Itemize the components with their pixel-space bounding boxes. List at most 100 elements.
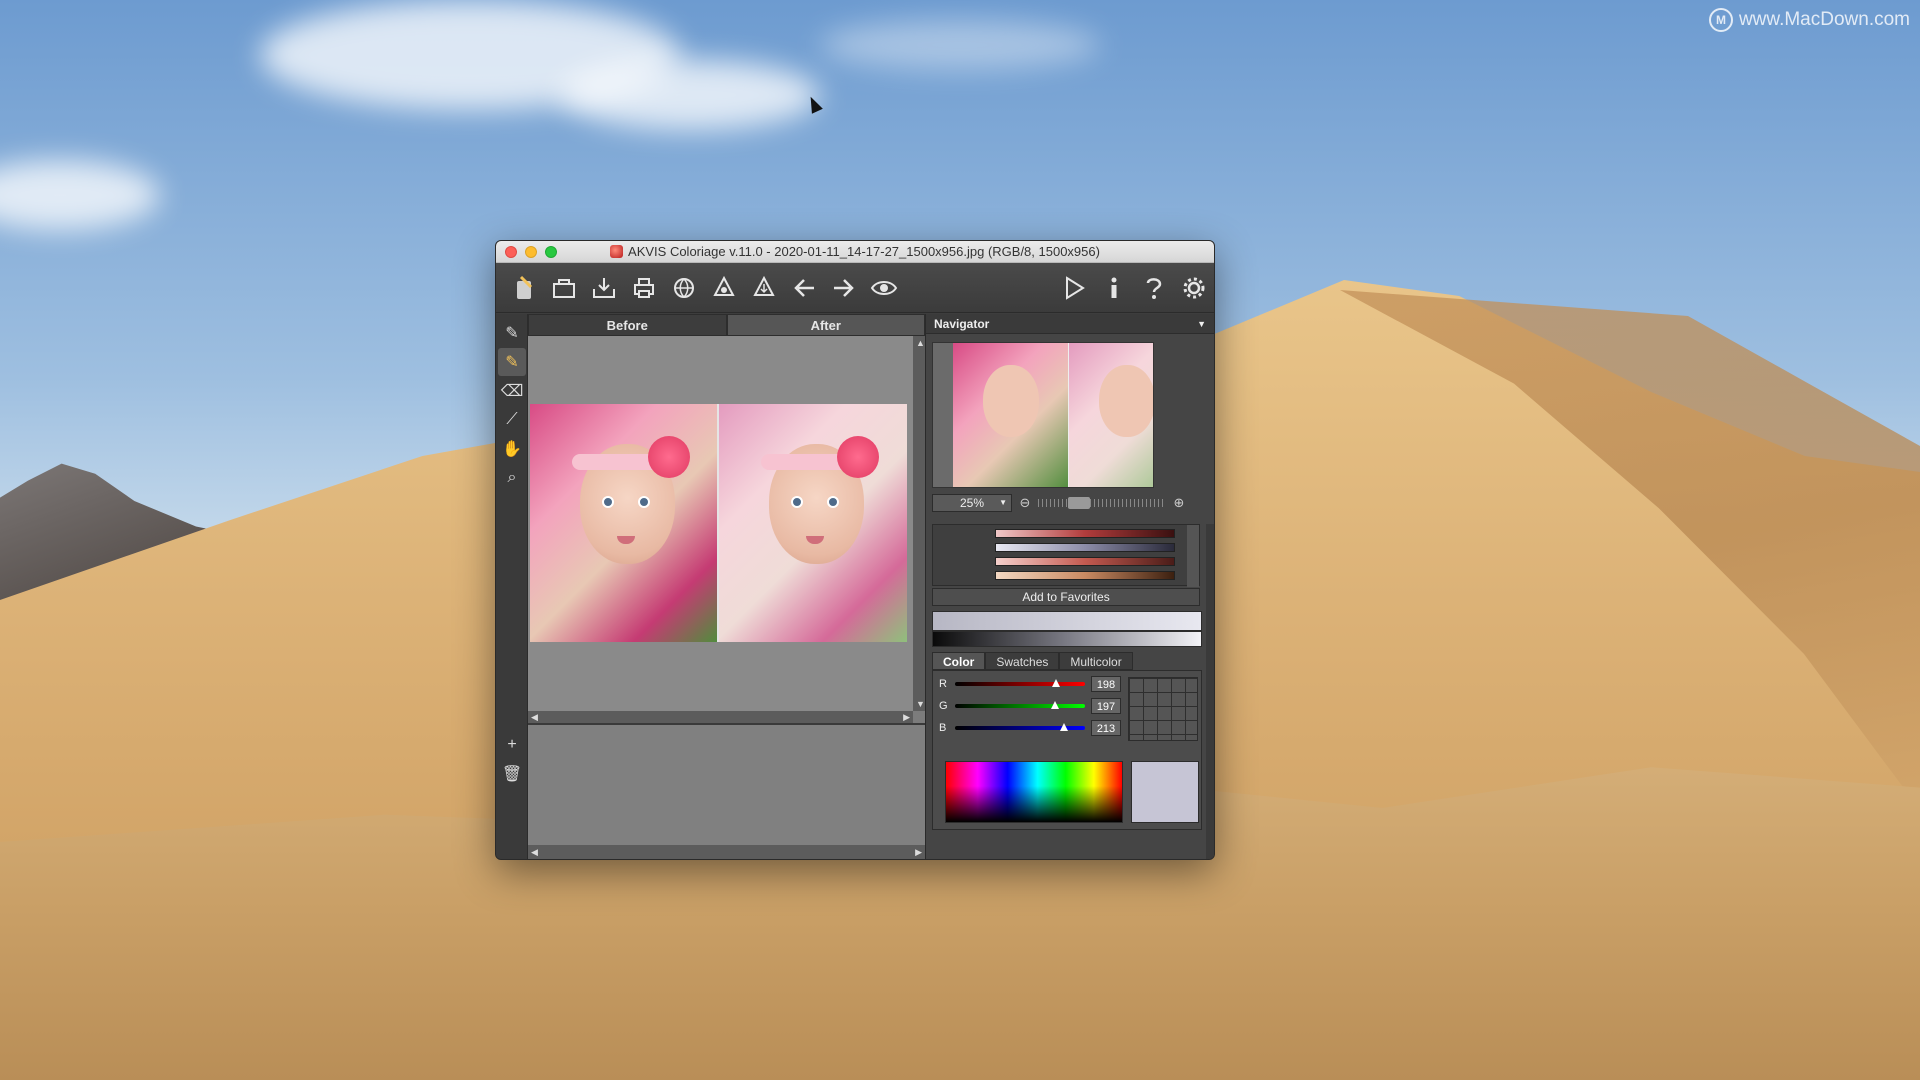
channel-row-g: G 197 — [939, 697, 1121, 715]
zoom-value: 25% — [959, 496, 985, 510]
undo-arrow-icon[interactable] — [784, 268, 824, 308]
scroll-right-icon[interactable]: ▶ — [903, 712, 910, 723]
horizontal-scrollbar[interactable]: ◀ ▶ — [528, 711, 913, 723]
channel-label: G — [939, 700, 948, 712]
favorites-scrollbar[interactable] — [1187, 525, 1199, 587]
green-slider[interactable] — [955, 701, 1085, 709]
after-image — [719, 404, 907, 642]
tools-sidebar: ✎ ✎ ⌫ ⟋ ✋ ⌕ + 🗑 — [496, 314, 528, 859]
eyedropper-icon[interactable]: ⟋ — [498, 406, 526, 434]
recent-swatches-grid[interactable] — [1128, 677, 1198, 741]
blue-slider-knob[interactable] — [1059, 723, 1068, 731]
navigator-title: Navigator — [934, 317, 990, 331]
trash-icon[interactable]: 🗑 — [498, 760, 526, 788]
channel-row-b: B 213 — [939, 719, 1121, 737]
app-window: AKVIS Coloriage v.11.0 - 2020-01-11_14-1… — [495, 240, 1215, 860]
favorite-gradient[interactable] — [995, 557, 1175, 566]
zoom-select[interactable]: 25% ▼ — [932, 494, 1012, 512]
main-area: ✎ ✎ ⌫ ⟋ ✋ ⌕ + 🗑 Before After ▲ ▼ ◀ ▶ ◀ ▶… — [496, 314, 1214, 859]
mouse-cursor-icon — [805, 94, 823, 114]
cloud — [0, 160, 160, 230]
gradient-preview[interactable] — [932, 611, 1202, 631]
scroll-down-icon[interactable]: ▼ — [916, 699, 925, 709]
zoom-out-icon[interactable]: ⊖ — [1018, 495, 1032, 511]
share-web-icon[interactable] — [664, 268, 704, 308]
tab-before[interactable]: Before — [528, 314, 727, 336]
color-pencil-icon[interactable]: ✎ — [498, 319, 526, 347]
redo-arrow-icon[interactable] — [824, 268, 864, 308]
load-strokes-icon[interactable] — [704, 268, 744, 308]
navigator-thumbnail[interactable] — [932, 342, 1154, 488]
keep-color-pencil-icon[interactable]: ✎ — [498, 348, 526, 376]
red-slider-knob[interactable] — [1051, 679, 1060, 687]
coloriage-app-icon — [610, 245, 624, 258]
scroll-right-icon[interactable]: ▶ — [915, 847, 922, 858]
favorite-gradient[interactable] — [995, 571, 1175, 580]
blue-value-field[interactable]: 213 — [1091, 720, 1121, 736]
favorite-gradient[interactable] — [995, 529, 1175, 538]
watermark: M www.MacDown.com — [1708, 8, 1910, 32]
right-panel: Navigator ▼ 25% ▼ ⊖ ⊕ Add to Favorites C… — [925, 314, 1214, 859]
toolbar — [496, 263, 1214, 313]
print-icon[interactable] — [624, 268, 664, 308]
channel-row-r: R 198 — [939, 675, 1121, 693]
help-icon[interactable] — [1134, 268, 1174, 308]
info-icon[interactable] — [1094, 268, 1134, 308]
favorite-gradient[interactable] — [995, 543, 1175, 552]
image-canvas[interactable] — [528, 336, 925, 711]
scroll-up-icon[interactable]: ▲ — [916, 338, 925, 348]
green-value-field[interactable]: 197 — [1091, 698, 1121, 714]
zoom-slider-knob[interactable] — [1068, 497, 1090, 509]
hand-icon[interactable]: ✋ — [498, 435, 526, 463]
blue-slider[interactable] — [955, 723, 1085, 731]
chevron-down-icon: ▼ — [999, 498, 1007, 507]
settings-gear-icon[interactable] — [1174, 268, 1214, 308]
cloud — [820, 20, 1100, 70]
channel-label: B — [939, 722, 947, 734]
tab-color[interactable]: Color — [932, 652, 986, 670]
tab-multicolor[interactable]: Multicolor — [1059, 652, 1133, 670]
image-area: Before After ▲ ▼ ◀ ▶ ◀ ▶ — [528, 314, 925, 859]
window-title-text: AKVIS Coloriage v.11.0 - 2020-01-11_14-1… — [628, 244, 1100, 259]
save-file-icon[interactable] — [584, 268, 624, 308]
zoom-in-icon[interactable]: ⊕ — [1172, 495, 1186, 511]
add-to-favorites-button[interactable]: Add to Favorites — [932, 588, 1200, 606]
color-spectrum[interactable] — [945, 761, 1123, 823]
navigator-header: Navigator ▼ — [926, 314, 1214, 334]
zoom-slider[interactable] — [1038, 497, 1166, 509]
scroll-left-icon[interactable]: ◀ — [531, 712, 538, 723]
tab-after[interactable]: After — [726, 314, 925, 336]
save-strokes-icon[interactable] — [744, 268, 784, 308]
view-tabs: Before After — [528, 314, 925, 336]
red-slider[interactable] — [955, 679, 1085, 687]
channel-label: R — [939, 678, 947, 690]
split-divider[interactable] — [717, 404, 719, 642]
run-play-icon[interactable] — [1054, 268, 1094, 308]
tab-swatches[interactable]: Swatches — [985, 652, 1060, 670]
scroll-left-icon[interactable]: ◀ — [531, 847, 538, 858]
coloriage-logo-icon — [504, 268, 544, 308]
strokes-panel — [528, 723, 925, 845]
color-picker: R 198 G 197 B 213 — [932, 670, 1202, 830]
vertical-scrollbar[interactable]: ▲ ▼ — [913, 336, 925, 711]
favorites-list[interactable] — [932, 524, 1200, 587]
zoom-icon[interactable]: ⌕ — [498, 464, 526, 492]
red-value-field[interactable]: 198 — [1091, 676, 1121, 692]
watermark-logo-icon: M — [1708, 8, 1733, 32]
lower-horizontal-scrollbar[interactable]: ◀ ▶ — [528, 845, 925, 859]
right-panel-scrollbar[interactable] — [1206, 524, 1214, 859]
current-color-swatch — [1131, 761, 1199, 823]
title-bar[interactable]: AKVIS Coloriage v.11.0 - 2020-01-11_14-1… — [496, 241, 1214, 263]
chevron-down-icon[interactable]: ▼ — [1197, 314, 1206, 334]
show-strokes-eye-icon[interactable] — [864, 268, 904, 308]
green-slider-knob[interactable] — [1051, 701, 1060, 709]
open-file-icon[interactable] — [544, 268, 584, 308]
color-tabs: Color Swatches Multicolor — [932, 652, 1202, 670]
zoom-controls: 25% ▼ ⊖ ⊕ — [932, 494, 1212, 512]
window-title: AKVIS Coloriage v.11.0 - 2020-01-11_14-1… — [496, 244, 1214, 259]
cloud — [560, 60, 820, 130]
add-plus-icon[interactable]: + — [498, 731, 526, 759]
watermark-text: www.MacDown.com — [1738, 9, 1910, 30]
gradient-editor[interactable] — [932, 631, 1202, 647]
eraser-icon[interactable]: ⌫ — [498, 377, 526, 405]
